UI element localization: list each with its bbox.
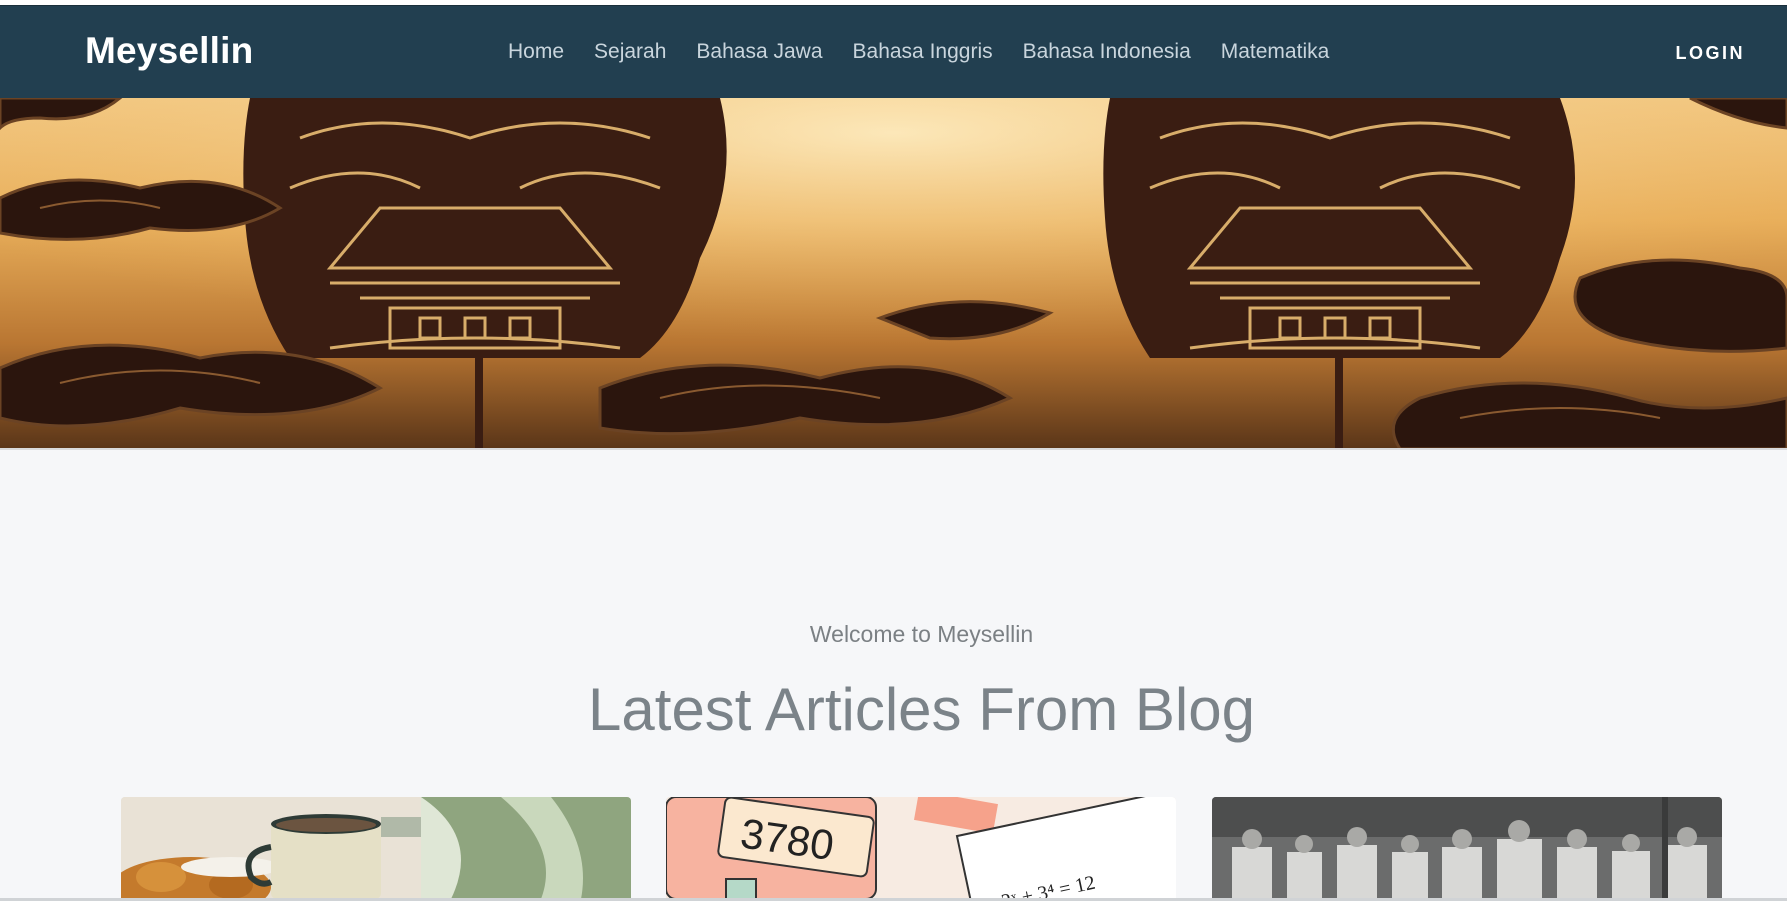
section-title: Latest Articles From Blog: [588, 676, 1255, 743]
nav-matematika[interactable]: Matematika: [1221, 40, 1330, 64]
navbar: Meysellin Home Sejarah Bahasa Jawa Bahas…: [0, 5, 1787, 98]
article-card-3[interactable]: [1212, 797, 1722, 899]
main-nav: Home Sejarah Bahasa Jawa Bahasa Inggris …: [508, 40, 1359, 64]
nav-sejarah[interactable]: Sejarah: [594, 40, 666, 64]
hero-banner: [0, 98, 1787, 449]
nav-home[interactable]: Home: [508, 40, 564, 64]
brand-logo[interactable]: Meysellin: [85, 30, 253, 72]
coffee-snacks-image: [121, 797, 631, 899]
math-calculator-image: 3780 2ˣ + 3⁴ = 12: [666, 797, 1176, 899]
nav-bahasa-inggris[interactable]: Bahasa Inggris: [853, 40, 993, 64]
historical-group-image: [1212, 797, 1722, 899]
hero-divider: [0, 448, 1787, 450]
nav-bahasa-indonesia[interactable]: Bahasa Indonesia: [1023, 40, 1191, 64]
article-card-1[interactable]: [121, 797, 631, 899]
welcome-subtitle: Welcome to Meysellin: [809, 621, 1034, 647]
login-button[interactable]: LOGIN: [1676, 43, 1746, 64]
hero-batik-illustration: [0, 98, 1787, 449]
article-card-2[interactable]: 3780 2ˣ + 3⁴ = 12: [666, 797, 1176, 899]
nav-bahasa-jawa[interactable]: Bahasa Jawa: [696, 40, 822, 64]
